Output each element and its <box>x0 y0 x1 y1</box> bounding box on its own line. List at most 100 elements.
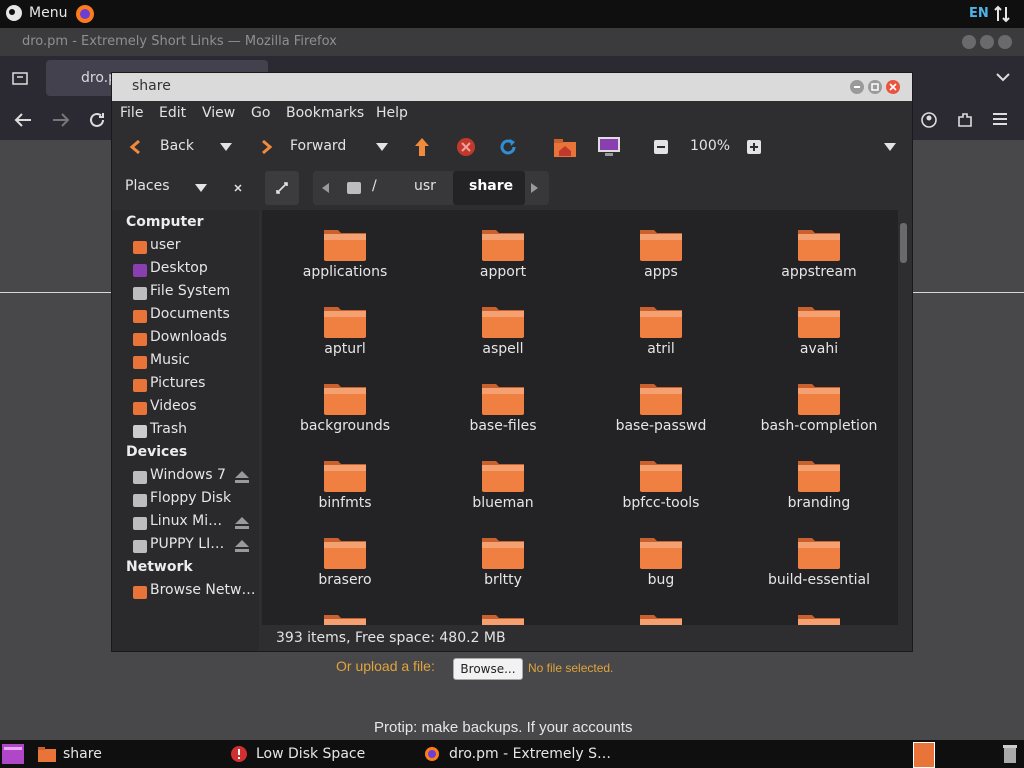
menu-edit[interactable]: Edit <box>159 105 186 121</box>
eject-icon[interactable] <box>235 471 249 483</box>
sidebar-item-2[interactable]: File System <box>150 283 230 299</box>
folder-item[interactable]: brasero <box>266 532 424 588</box>
zoom-out-icon[interactable] <box>654 140 668 154</box>
sidebar-device-2[interactable]: Linux Mi… <box>150 513 222 529</box>
folder-item[interactable]: atril <box>582 301 740 357</box>
sidebar-item-8[interactable]: Trash <box>150 421 187 437</box>
zoom-in-icon[interactable] <box>747 140 761 154</box>
folder-item[interactable]: aspell <box>424 301 582 357</box>
path-root-button[interactable]: / <box>338 171 396 205</box>
trash-icon[interactable] <box>1002 744 1018 764</box>
path-segment-usr[interactable]: usr <box>414 178 436 194</box>
menu-button[interactable]: Menu <box>29 5 67 21</box>
back-arrow-icon[interactable] <box>129 139 141 155</box>
forward-history-dropdown-icon[interactable] <box>376 143 388 151</box>
taskbar-item-low-disk[interactable]: Low Disk Space <box>256 746 365 762</box>
maximize-icon[interactable] <box>868 80 882 94</box>
eject-icon[interactable] <box>235 517 249 529</box>
sidebar-selector[interactable]: Places <box>125 178 170 194</box>
sidebar-item-1[interactable]: Desktop <box>150 260 208 276</box>
workspace-switcher[interactable] <box>913 742 935 768</box>
folder-item[interactable]: apps <box>582 224 740 280</box>
path-segment-share-button[interactable]: share <box>453 171 525 205</box>
network-icon[interactable] <box>992 4 1012 24</box>
reload-icon[interactable] <box>88 111 106 129</box>
folder-item-partial[interactable] <box>582 609 740 625</box>
places-dropdown-icon[interactable] <box>195 184 207 192</box>
menu-logo-icon[interactable] <box>4 3 24 23</box>
scrollbar-thumb[interactable] <box>900 223 907 263</box>
folder-item[interactable]: bash-completion <box>740 378 898 434</box>
back-arrow-icon[interactable] <box>14 112 32 128</box>
account-icon[interactable] <box>920 111 938 129</box>
show-desktop-icon[interactable] <box>2 744 24 764</box>
forward-button[interactable]: Forward <box>290 138 346 154</box>
path-scroll-right-icon[interactable] <box>531 183 538 193</box>
sidebar-item-5[interactable]: Music <box>150 352 190 368</box>
window-titlebar[interactable]: share <box>112 73 912 101</box>
folder-item[interactable]: applications <box>266 224 424 280</box>
menu-view[interactable]: View <box>202 105 235 121</box>
keyboard-layout[interactable]: EN <box>969 6 989 21</box>
toggle-location-button[interactable] <box>265 171 299 205</box>
sidebar-device-3[interactable]: PUPPY LI… <box>150 536 224 552</box>
toolbar-overflow-icon[interactable] <box>884 143 896 151</box>
folder-item[interactable]: build-essential <box>740 532 898 588</box>
menu-help[interactable]: Help <box>376 105 408 121</box>
maximize-icon[interactable] <box>980 35 994 49</box>
folder-item[interactable]: binfmts <box>266 455 424 511</box>
sidebar-device-1[interactable]: Floppy Disk <box>150 490 231 506</box>
close-sidebar-icon[interactable] <box>233 183 243 193</box>
back-history-dropdown-icon[interactable] <box>220 143 232 151</box>
close-icon[interactable] <box>886 80 900 94</box>
folder-item[interactable]: base-passwd <box>582 378 740 434</box>
minimize-icon[interactable] <box>850 80 864 94</box>
tab-overview-icon[interactable] <box>12 70 28 86</box>
folder-item-partial[interactable] <box>266 609 424 625</box>
sidebar-device-0[interactable]: Windows 7 <box>150 467 226 483</box>
sidebar-item-3[interactable]: Documents <box>150 306 230 322</box>
menu-file[interactable]: File <box>120 105 143 121</box>
browse-button[interactable]: Browse... <box>453 658 523 680</box>
folder-item[interactable]: base-files <box>424 378 582 434</box>
forward-arrow-icon[interactable] <box>261 139 273 155</box>
folder-item[interactable]: avahi <box>740 301 898 357</box>
folder-item[interactable]: bpfcc-tools <box>582 455 740 511</box>
computer-icon[interactable] <box>597 136 621 158</box>
forward-arrow-icon[interactable] <box>52 112 70 128</box>
folder-item[interactable]: branding <box>740 455 898 511</box>
path-scroll-left-icon[interactable] <box>322 183 329 193</box>
minimize-icon[interactable] <box>962 35 976 49</box>
menu-go[interactable]: Go <box>251 105 270 121</box>
folder-item[interactable]: blueman <box>424 455 582 511</box>
close-icon[interactable] <box>998 35 1012 49</box>
sidebar-item-7[interactable]: Videos <box>150 398 197 414</box>
extensions-icon[interactable] <box>956 111 974 129</box>
chevron-down-icon[interactable] <box>996 72 1010 82</box>
stop-icon[interactable] <box>456 137 476 157</box>
taskbar-item-firefox[interactable]: dro.pm - Extremely S… <box>449 746 611 762</box>
folder-item-partial[interactable] <box>740 609 898 625</box>
taskbar-item-share[interactable]: share <box>63 746 102 762</box>
menu-bookmarks[interactable]: Bookmarks <box>286 105 364 121</box>
reload-icon[interactable] <box>498 137 518 157</box>
location-bar: Places / usr share <box>112 169 912 207</box>
sidebar-item-6[interactable]: Pictures <box>150 375 205 391</box>
home-folder-icon[interactable] <box>553 136 577 158</box>
up-arrow-icon[interactable] <box>413 136 431 158</box>
folder-item-partial[interactable] <box>424 609 582 625</box>
hamburger-menu-icon[interactable] <box>992 112 1008 126</box>
folder-item[interactable]: apport <box>424 224 582 280</box>
sidebar-item-0[interactable]: user <box>150 237 181 253</box>
back-button[interactable]: Back <box>160 138 194 154</box>
folder-item[interactable]: brltty <box>424 532 582 588</box>
folder-item[interactable]: backgrounds <box>266 378 424 434</box>
sidebar-item-4[interactable]: Downloads <box>150 329 227 345</box>
folder-item[interactable]: appstream <box>740 224 898 280</box>
sidebar-network-0[interactable]: Browse Netw… <box>150 582 255 598</box>
folder-label: binfmts <box>318 495 372 511</box>
eject-icon[interactable] <box>235 540 249 552</box>
firefox-icon[interactable] <box>74 3 96 25</box>
folder-item[interactable]: bug <box>582 532 740 588</box>
folder-item[interactable]: apturl <box>266 301 424 357</box>
